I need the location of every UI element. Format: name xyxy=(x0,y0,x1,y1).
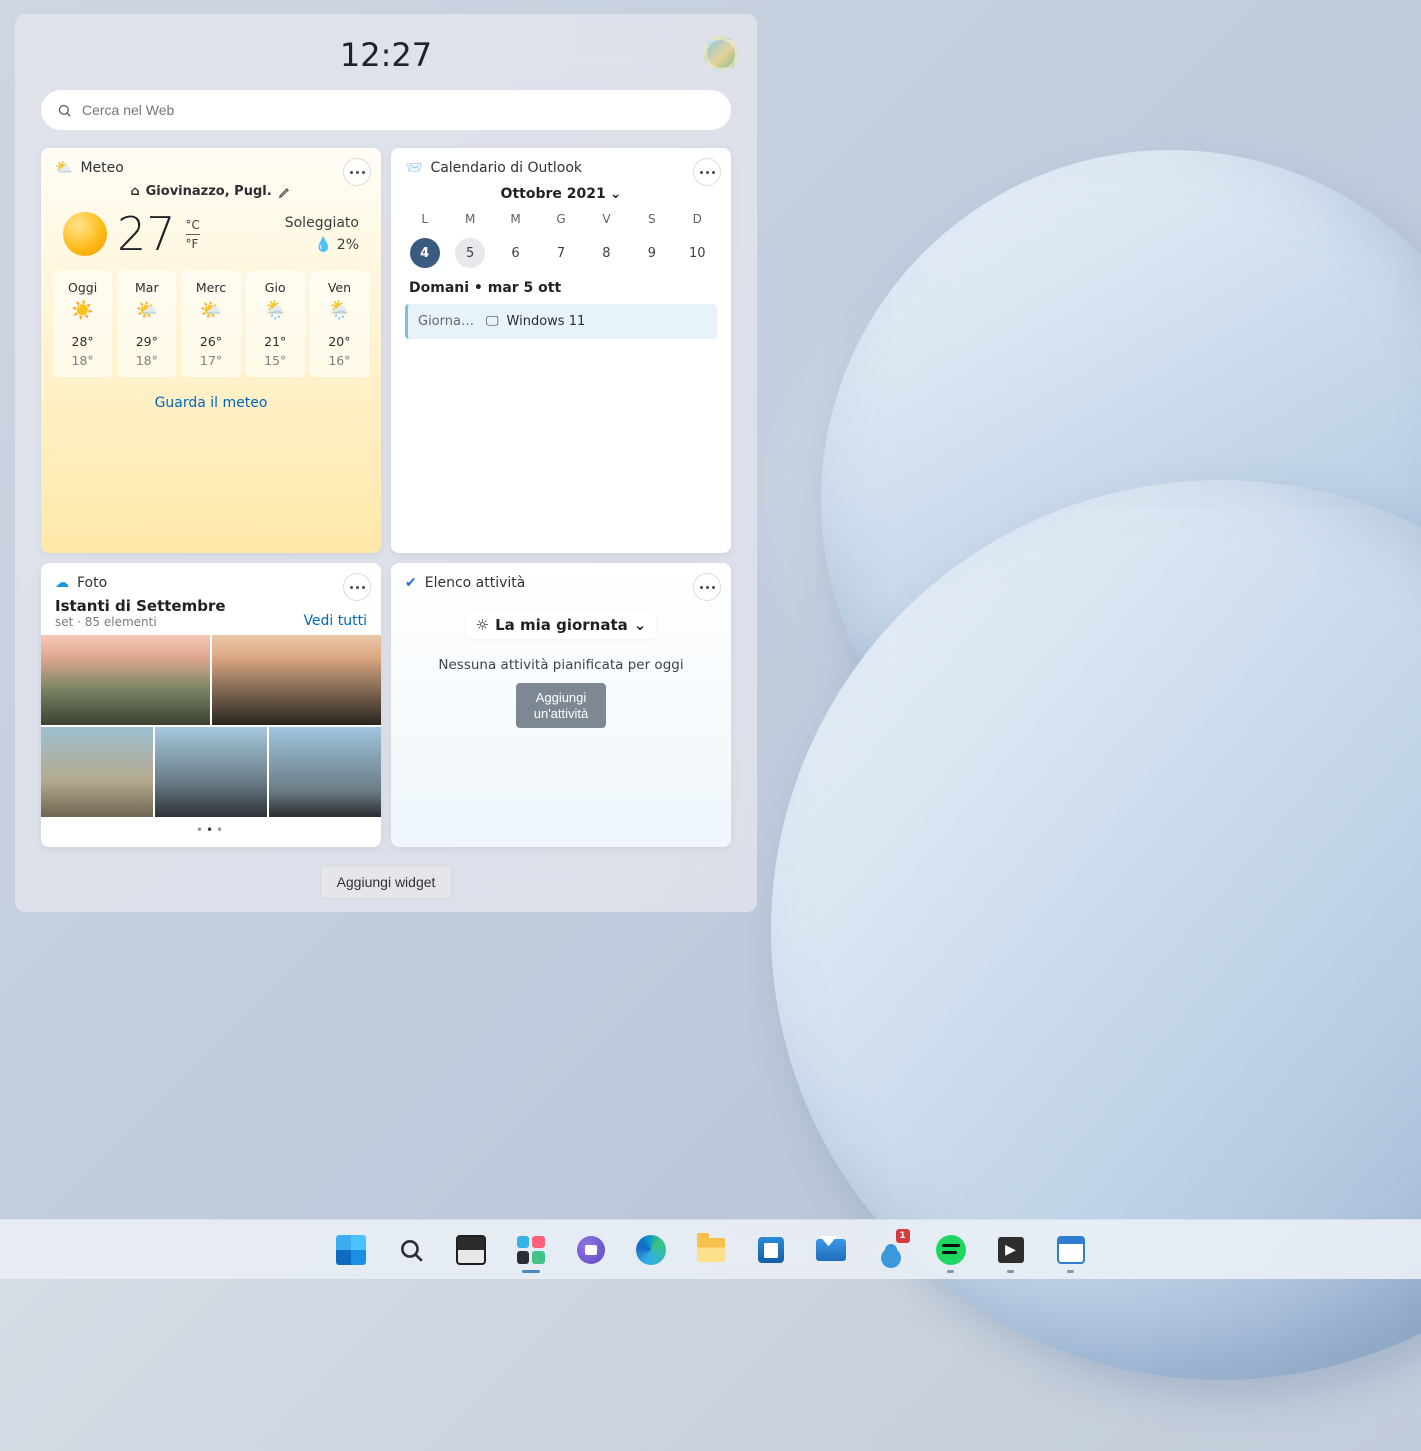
sun-icon xyxy=(63,212,107,256)
photos-subtitle: set · 85 elementi xyxy=(55,615,226,629)
calendar-month-picker[interactable]: Ottobre 2021 ⌄ xyxy=(391,186,731,202)
weather-icon: ⛅ xyxy=(55,160,72,176)
calendar-day-header: M xyxy=(494,212,537,226)
forecast-day[interactable]: Ven🌦️20°16° xyxy=(310,271,369,377)
event-time: Giornat... xyxy=(418,314,478,329)
calendar-day-header: M xyxy=(448,212,491,226)
onedrive-icon: ☁ xyxy=(55,575,69,591)
weather-location[interactable]: ⌂ Giovinazzo, Pugl. xyxy=(41,184,381,199)
current-temperature: 27 xyxy=(117,207,176,261)
photos-more-button[interactable] xyxy=(343,573,371,601)
tasks-title: Elenco attività xyxy=(425,575,526,591)
photo-thumbnail[interactable] xyxy=(155,727,267,817)
photo-thumbnail[interactable] xyxy=(269,727,381,817)
edge-button[interactable] xyxy=(625,1224,677,1276)
powerpoint-button[interactable]: ▶ xyxy=(985,1224,1037,1276)
calendar-day-header: V xyxy=(585,212,628,226)
chat-button[interactable] xyxy=(565,1224,617,1276)
calendar-app-button[interactable] xyxy=(1045,1224,1097,1276)
panel-clock: 12:27 xyxy=(41,36,731,74)
forecast-day[interactable]: Oggi☀️28°18° xyxy=(53,271,112,377)
todo-icon: ✔ xyxy=(405,575,417,591)
store-button[interactable] xyxy=(745,1224,797,1276)
user-avatar[interactable] xyxy=(703,36,739,72)
monitor-icon: 🖵 xyxy=(486,314,499,329)
taskbar-search[interactable] xyxy=(385,1224,437,1276)
people-badge: 1 xyxy=(896,1229,910,1243)
forecast-day[interactable]: Merc🌤️26°17° xyxy=(181,271,240,377)
weather-condition: Soleggiato xyxy=(285,212,359,234)
calendar-day-header: S xyxy=(630,212,673,226)
file-explorer-button[interactable] xyxy=(685,1224,737,1276)
tasks-widget[interactable]: ✔ Elenco attività ☼ La mia giornata ⌄ Ne… xyxy=(391,563,731,847)
weather-widget[interactable]: ⛅ Meteo ⌂ Giovinazzo, Pugl. 27 °C °F xyxy=(41,148,381,553)
temperature-units[interactable]: °C °F xyxy=(186,218,200,251)
calendar-day[interactable]: 9 xyxy=(637,238,667,268)
forecast-day[interactable]: Gio🌦️21°15° xyxy=(246,271,305,377)
calendar-day[interactable]: 5 xyxy=(455,238,485,268)
calendar-title: Calendario di Outlook xyxy=(430,160,582,176)
calendar-day[interactable]: 7 xyxy=(546,238,576,268)
event-title: Windows 11 xyxy=(507,314,586,329)
weather-more-button[interactable] xyxy=(343,158,371,186)
add-widget-button[interactable]: Aggiungi widget xyxy=(320,865,453,899)
weather-link[interactable]: Guarda il meteo xyxy=(41,389,381,425)
widgets-panel: 12:27 ⛅ Meteo ⌂ Giovinazzo, Pugl. 27 xyxy=(15,14,757,912)
my-day-dropdown[interactable]: ☼ La mia giornata ⌄ xyxy=(466,611,657,639)
weather-title: Meteo xyxy=(80,160,123,176)
chevron-down-icon: ⌄ xyxy=(610,186,622,202)
calendar-day-header: L xyxy=(403,212,446,226)
edit-icon[interactable] xyxy=(278,185,292,199)
search-bar[interactable] xyxy=(41,90,731,130)
people-button[interactable]: 1 xyxy=(865,1224,917,1276)
photos-title: Foto xyxy=(77,575,107,591)
taskbar: 1 ▶ xyxy=(0,1219,1421,1279)
calendar-widget[interactable]: 📨 Calendario di Outlook Ottobre 2021 ⌄ L… xyxy=(391,148,731,553)
calendar-day[interactable]: 8 xyxy=(591,238,621,268)
mail-button[interactable] xyxy=(805,1224,857,1276)
tomorrow-label: Domani • mar 5 ott xyxy=(391,270,731,304)
home-icon: ⌂ xyxy=(130,184,139,199)
search-input[interactable] xyxy=(82,102,715,118)
photo-thumbnail[interactable] xyxy=(41,727,153,817)
photos-widget[interactable]: ☁ Foto Istanti di Settembre set · 85 ele… xyxy=(41,563,381,847)
calendar-day[interactable]: 6 xyxy=(501,238,531,268)
empty-tasks-label: Nessuna attività pianificata per oggi xyxy=(391,657,731,673)
widgets-button[interactable] xyxy=(505,1224,557,1276)
outlook-icon: 📨 xyxy=(405,160,422,176)
calendar-more-button[interactable] xyxy=(693,158,721,186)
start-button[interactable] xyxy=(325,1224,377,1276)
forecast-day[interactable]: Mar🌤️29°18° xyxy=(117,271,176,377)
search-icon xyxy=(57,103,72,118)
sun-outline-icon: ☼ xyxy=(476,616,489,634)
calendar-day-header: D xyxy=(676,212,719,226)
chevron-down-icon: ⌄ xyxy=(634,616,647,634)
photo-thumbnail[interactable] xyxy=(212,635,381,725)
calendar-day-header: G xyxy=(539,212,582,226)
add-task-button[interactable]: Aggiungi un'attività xyxy=(516,683,607,728)
calendar-day[interactable]: 4 xyxy=(410,238,440,268)
photo-thumbnail[interactable] xyxy=(41,635,210,725)
calendar-event[interactable]: Giornat... 🖵 Windows 11 xyxy=(405,304,717,339)
weather-humidity: 💧 2% xyxy=(285,234,359,256)
task-view-button[interactable] xyxy=(445,1224,497,1276)
photos-heading: Istanti di Settembre xyxy=(55,597,226,615)
spotify-button[interactable] xyxy=(925,1224,977,1276)
carousel-dots[interactable]: ••• xyxy=(41,823,381,837)
forecast-row: Oggi☀️28°18°Mar🌤️29°18°Merc🌤️26°17°Gio🌦️… xyxy=(41,263,381,389)
search-icon xyxy=(398,1237,424,1263)
tasks-more-button[interactable] xyxy=(693,573,721,601)
photos-see-all[interactable]: Vedi tutti xyxy=(303,613,367,629)
calendar-day[interactable]: 10 xyxy=(682,238,712,268)
